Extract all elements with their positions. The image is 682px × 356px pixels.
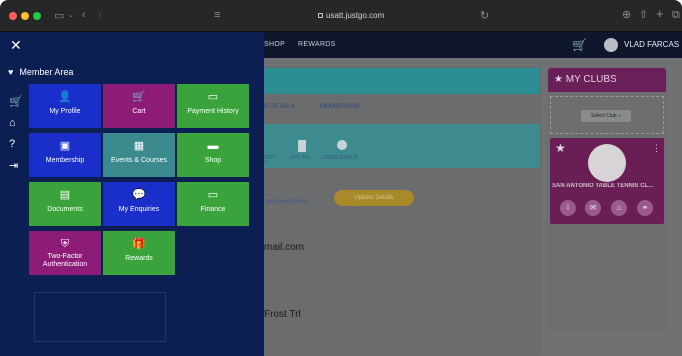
- reload-icon[interactable]: ↻: [480, 10, 489, 22]
- logout-icon[interactable]: ⇥: [9, 160, 18, 172]
- share-icon[interactable]: ⇧: [639, 9, 648, 21]
- left-panel-outline: [34, 292, 166, 342]
- add-icon: ●: [617, 113, 621, 119]
- user-icon: 👤: [58, 91, 72, 103]
- credentials-icon[interactable]: [337, 140, 347, 150]
- members-icon[interactable]: ⚭: [637, 200, 653, 216]
- member-area-heading: ♥ Member Area: [8, 67, 74, 77]
- shield-icon: ⛨: [60, 238, 70, 250]
- more-options-icon[interactable]: ⋮: [652, 143, 661, 154]
- update-details-button[interactable]: Update Details: [334, 190, 414, 206]
- tab-membership[interactable]: MEMBERSHIP: [320, 104, 360, 110]
- credit-card-icon: ▭: [207, 91, 219, 103]
- select-club-area: Select Club ●: [550, 96, 664, 134]
- my-clubs-title: MY CLUBS: [565, 74, 617, 85]
- close-icon[interactable]: ✕: [10, 38, 22, 52]
- chevron-down-icon[interactable]: ⌄: [68, 10, 74, 22]
- forward-icon[interactable]: ›: [98, 9, 102, 21]
- my-clubs-header: ★ MY CLUBS: [548, 68, 666, 92]
- close-window-button[interactable]: [9, 12, 17, 20]
- browser-toolbar: ▭ ⌄ ‹ › ≡ usatt.justgo.com ↻ ⊕ ⇧ + ⧉: [0, 0, 682, 32]
- tile-my-profile[interactable]: 👤 My Profile: [29, 84, 101, 128]
- tile-payment-history[interactable]: ▭ Payment History: [177, 84, 249, 128]
- tile-finance[interactable]: ▭ Finance: [177, 182, 249, 226]
- tab-overview-icon[interactable]: ⧉: [672, 9, 680, 21]
- tile-rewards[interactable]: 🎁 Rewards: [103, 231, 175, 275]
- wallet-icon: ▭: [207, 189, 219, 201]
- tile-shop[interactable]: ▬ Shop: [177, 133, 249, 177]
- address-value: Frost Trl: [264, 309, 301, 320]
- star-icon: ★: [554, 74, 566, 85]
- new-tab-icon[interactable]: +: [656, 7, 664, 20]
- tab-details[interactable]: R DETAILS: [264, 104, 295, 110]
- back-icon[interactable]: ‹: [82, 9, 86, 21]
- tile-cart[interactable]: 🛒 Cart: [103, 84, 175, 128]
- opt-ins-icon[interactable]: [298, 140, 306, 152]
- label-opt-ins[interactable]: OPT INS: [290, 155, 310, 161]
- document-icon: ▤: [59, 189, 71, 201]
- club-name: SAN ANTONIO TABLE TENNIS CL...: [552, 183, 654, 189]
- tile-my-enquiries[interactable]: 💬 My Enquiries: [103, 182, 175, 226]
- chat-icon: 💬: [132, 189, 146, 201]
- email-value: mail.com: [264, 242, 305, 253]
- tile-documents[interactable]: ▤ Documents: [29, 182, 101, 226]
- lock-icon: [318, 13, 323, 18]
- gift-icon: 🎁: [132, 238, 146, 250]
- sidebar-toggle-icon[interactable]: ▭: [54, 10, 64, 22]
- minimize-window-button[interactable]: [21, 12, 29, 20]
- download-icon[interactable]: ⊕: [622, 9, 631, 21]
- club-logo: [588, 144, 626, 182]
- mail-icon[interactable]: ✉: [585, 200, 601, 216]
- cart-icon[interactable]: 🛒: [572, 38, 587, 52]
- heart-icon: ♥: [8, 67, 14, 77]
- favorite-star-icon[interactable]: ★: [555, 141, 566, 155]
- personal-details-text: personal details: [266, 199, 309, 205]
- address-bar[interactable]: usatt.justgo.com: [318, 11, 384, 21]
- home-icon[interactable]: ⌂: [611, 200, 627, 216]
- info-icon[interactable]: i: [560, 200, 576, 216]
- nav-shop[interactable]: SHOP: [264, 41, 285, 48]
- id-card-icon: ▣: [59, 140, 71, 152]
- user-name[interactable]: VLAD FARCAS: [624, 40, 679, 49]
- tile-two-factor-authentication[interactable]: ⛨ Two-Factor Authentication: [29, 231, 101, 275]
- select-club-button[interactable]: Select Club ●: [581, 110, 631, 122]
- tile-membership[interactable]: ▣ Membership: [29, 133, 101, 177]
- cart-icon: 🛒: [132, 91, 146, 103]
- zoom-window-button[interactable]: [33, 12, 41, 20]
- label-credentials[interactable]: CREDENTIALS: [322, 155, 357, 161]
- nav-rewards[interactable]: REWARDS: [298, 41, 336, 48]
- shop-icon: ▬: [207, 140, 219, 152]
- tile-events-courses[interactable]: ▦ Events & Courses: [103, 133, 175, 177]
- avatar[interactable]: [604, 38, 618, 52]
- reader-icon[interactable]: ≡: [214, 9, 220, 21]
- home-icon[interactable]: ⌂: [9, 117, 16, 129]
- calendar-icon: ▦: [133, 140, 145, 152]
- help-icon[interactable]: ?: [9, 138, 15, 150]
- cart-icon[interactable]: 🛒: [9, 96, 23, 108]
